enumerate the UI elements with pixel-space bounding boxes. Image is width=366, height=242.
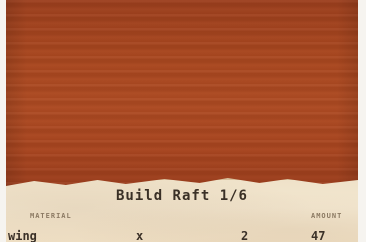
multiply-symbol: x — [136, 229, 144, 242]
material-header: MATERIAL — [30, 212, 72, 220]
game-screen: Build Raft 1/6 MATERIAL AMOUNT wing x 2 … — [0, 0, 366, 242]
material-quantity: 2 — [241, 229, 249, 242]
amount-header: AMOUNT — [311, 212, 343, 220]
recipe-title: Build Raft 1/6 — [115, 188, 248, 204]
material-name: wing — [8, 229, 37, 242]
material-amount: 47 — [311, 229, 326, 242]
wood-panel — [6, 0, 358, 188]
